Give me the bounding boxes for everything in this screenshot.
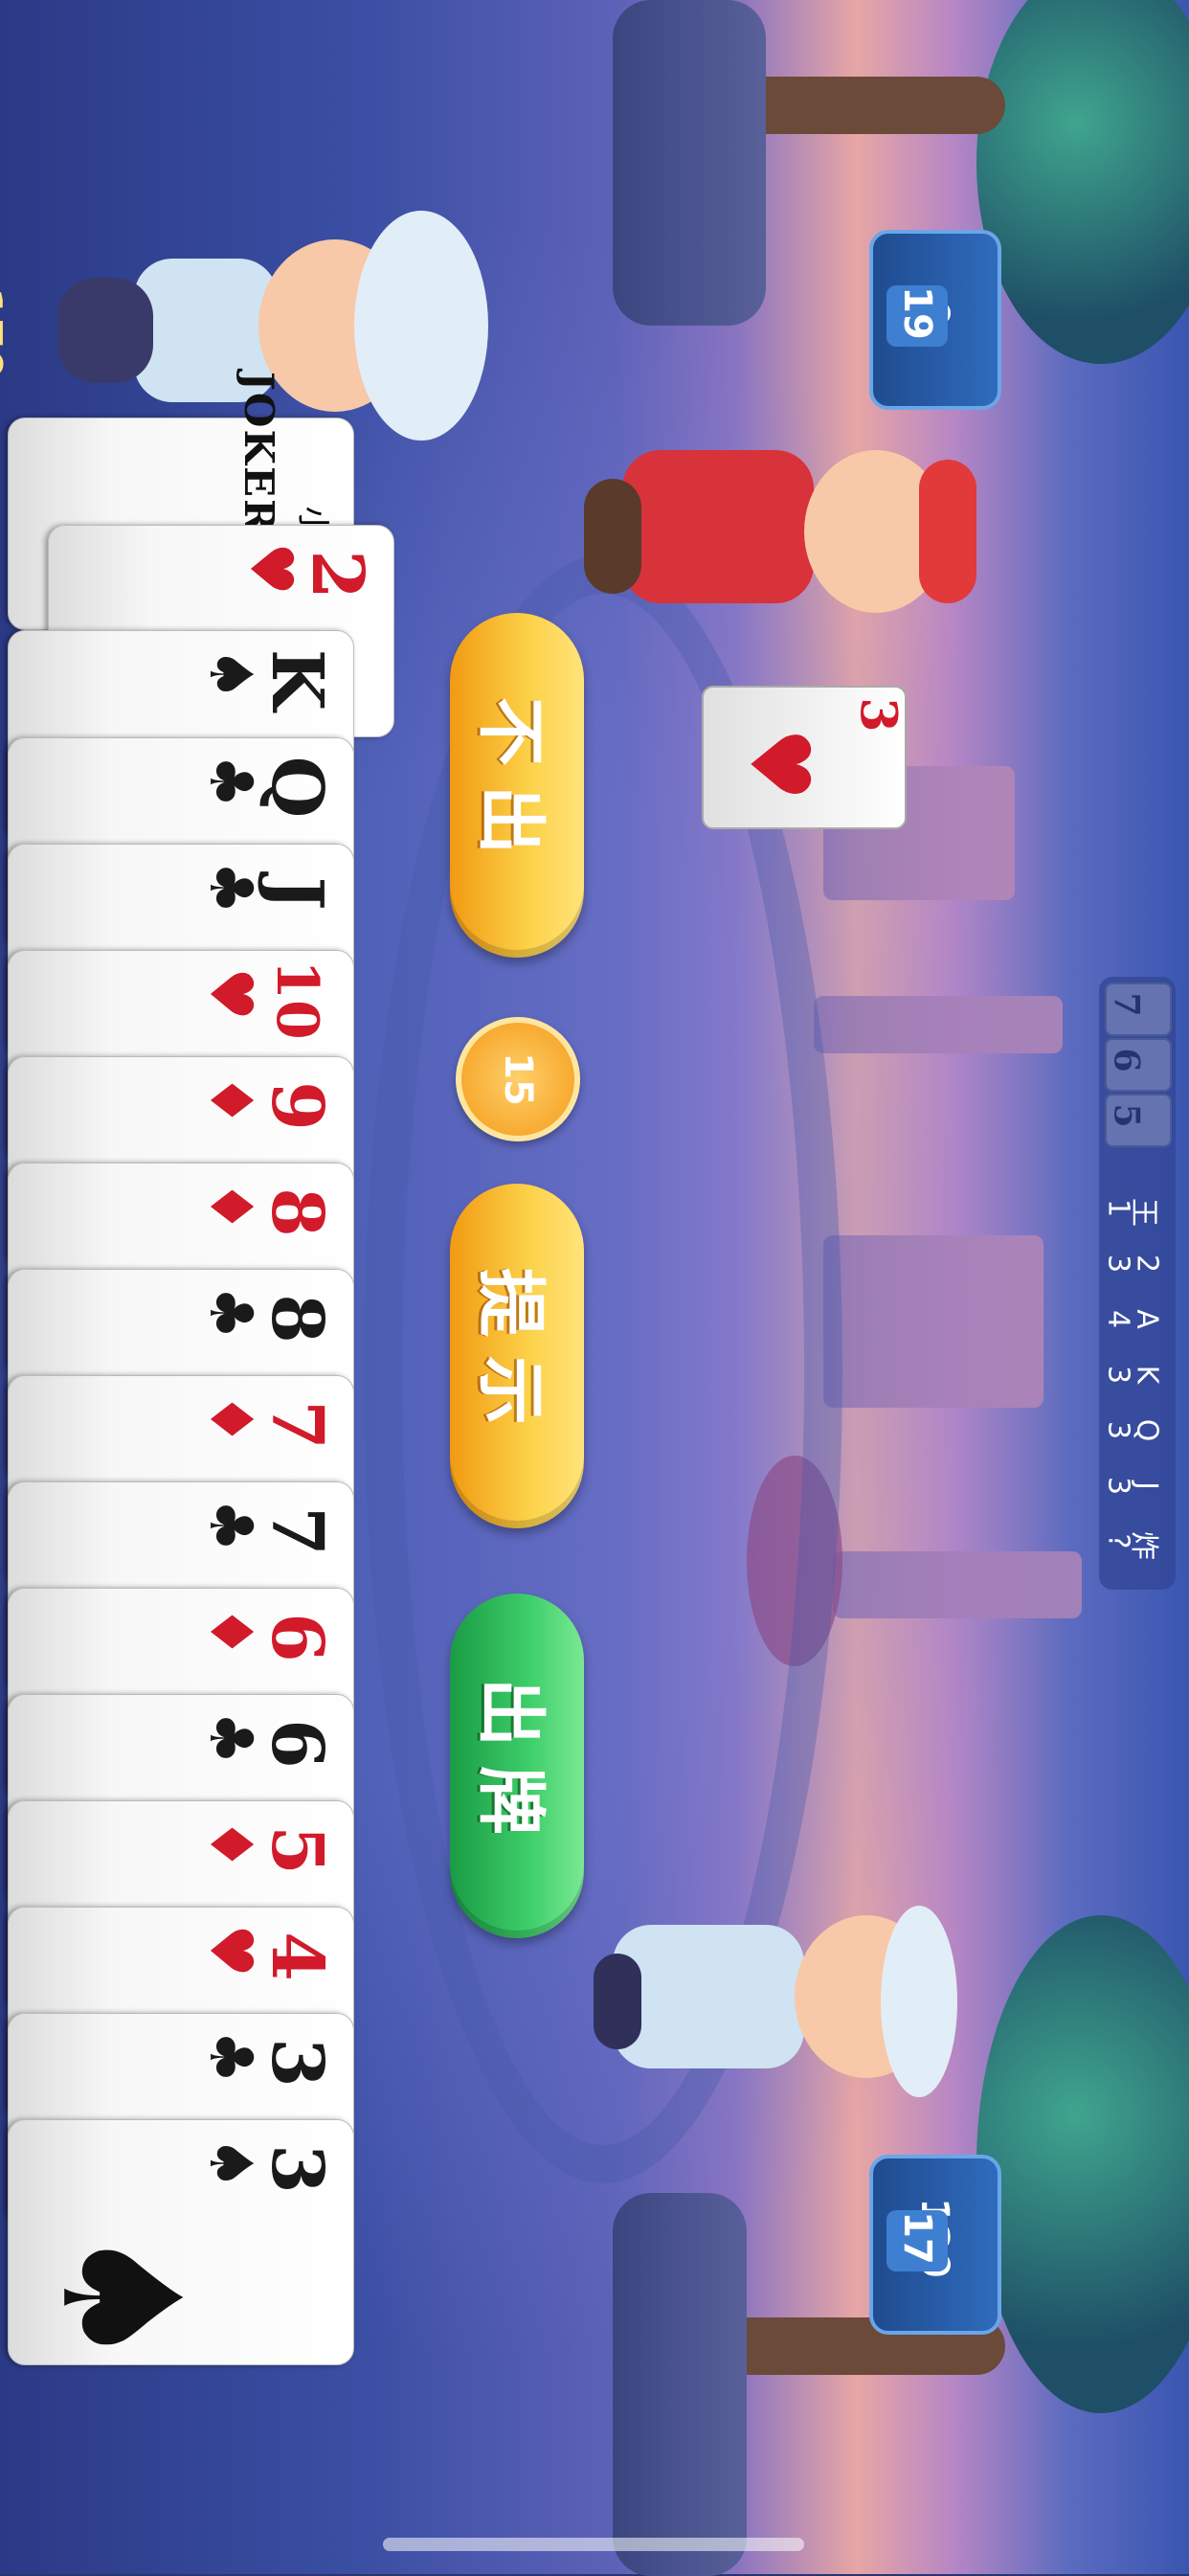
- card-rank: 2: [296, 550, 378, 599]
- club-icon: ♣: [196, 755, 267, 808]
- card-rank: 8: [256, 1187, 338, 1237]
- played-card-rank: 3: [848, 697, 908, 733]
- joker-label: JOKER: [236, 372, 283, 534]
- club-icon: ♣: [196, 2030, 267, 2084]
- tracker-count: 4: [1101, 1309, 1135, 1329]
- card-rank: 3: [256, 2144, 338, 2194]
- self-score: 170: [0, 287, 11, 380]
- hint-button-label: 提示: [470, 1267, 551, 1445]
- tracker-count: 3: [1101, 1365, 1135, 1385]
- timer-value: 15: [496, 1052, 540, 1106]
- card-rank: 7: [256, 1506, 338, 1556]
- tracker-rank: Q: [1130, 1418, 1164, 1442]
- heart-icon: ♥: [730, 727, 827, 802]
- skyline-building: [833, 1551, 1082, 1618]
- card-rank: 4: [256, 1932, 338, 1981]
- card-rank: 9: [256, 1081, 338, 1131]
- pass-button[interactable]: 不出: [450, 613, 584, 958]
- card-rank: K: [256, 648, 338, 712]
- skyline-building: [823, 1235, 1043, 1408]
- diamond-icon: ♦: [196, 1605, 267, 1659]
- stool: [613, 2193, 747, 2576]
- played-card: 3 ♥: [702, 686, 907, 829]
- card-rank: 7: [256, 1400, 338, 1450]
- card-rank: 5: [256, 1825, 338, 1875]
- club-icon: ♣: [196, 1711, 267, 1765]
- tracker-count: ?: [1101, 1533, 1135, 1549]
- play-button-label: 出牌: [470, 1677, 551, 1855]
- spade-icon: ♠: [25, 2224, 215, 2371]
- top-opponent-cards-left: 19: [895, 286, 939, 340]
- bottom-opponent-cards-left: 17: [895, 2211, 939, 2265]
- card-rank: 3: [256, 2038, 338, 2088]
- club-icon: ♣: [196, 861, 267, 915]
- tracker-rank: 2: [1130, 1254, 1164, 1274]
- turn-timer: 15: [456, 1017, 580, 1141]
- tracker-rank: A: [1130, 1309, 1164, 1329]
- diamond-icon: ♦: [196, 1180, 267, 1233]
- tracker-count: 3: [1101, 1476, 1135, 1496]
- club-icon: ♣: [196, 1286, 267, 1340]
- tracker-count: 3: [1101, 1420, 1135, 1440]
- hand-card[interactable]: 3 ♠ ♠: [8, 2119, 354, 2370]
- spade-icon: ♠: [196, 2136, 267, 2190]
- heart-icon: ♥: [196, 1924, 267, 1977]
- bottom-opponent-panel: 120 17: [869, 2155, 1001, 2335]
- heart-icon: ♥: [236, 542, 307, 596]
- tracker-rank: J: [1130, 1481, 1164, 1490]
- card-tracker[interactable]: 王 1 2 3 A 4 K 3 Q 3 J 3 炸 ?: [1099, 977, 1176, 1590]
- card-rank: 10: [263, 960, 330, 1040]
- hint-button[interactable]: 提示: [450, 1184, 584, 1528]
- tv-tower: [814, 996, 1063, 1053]
- tracker-count: 3: [1101, 1254, 1135, 1274]
- tracker-rank: K: [1130, 1365, 1164, 1385]
- tracker-count: 1: [1101, 1198, 1135, 1218]
- pass-button-label: 不出: [470, 696, 551, 874]
- home-indicator[interactable]: [383, 2538, 804, 2551]
- play-button[interactable]: 出牌: [450, 1593, 584, 1938]
- diamond-icon: ♦: [196, 1392, 267, 1446]
- card-rank: 6: [256, 1613, 338, 1662]
- spade-icon: ♠: [196, 647, 267, 701]
- stool: [613, 0, 766, 326]
- card-rank: 8: [256, 1294, 338, 1344]
- card-rank: 6: [256, 1719, 338, 1769]
- card-rank: J: [256, 876, 338, 911]
- card-rank: Q: [256, 756, 338, 819]
- top-opponent-panel: 0 19: [869, 230, 1001, 410]
- club-icon: ♣: [196, 1499, 267, 1552]
- diamond-icon: ♦: [196, 1073, 267, 1127]
- diamond-icon: ♦: [196, 1818, 267, 1871]
- heart-icon: ♥: [196, 967, 267, 1021]
